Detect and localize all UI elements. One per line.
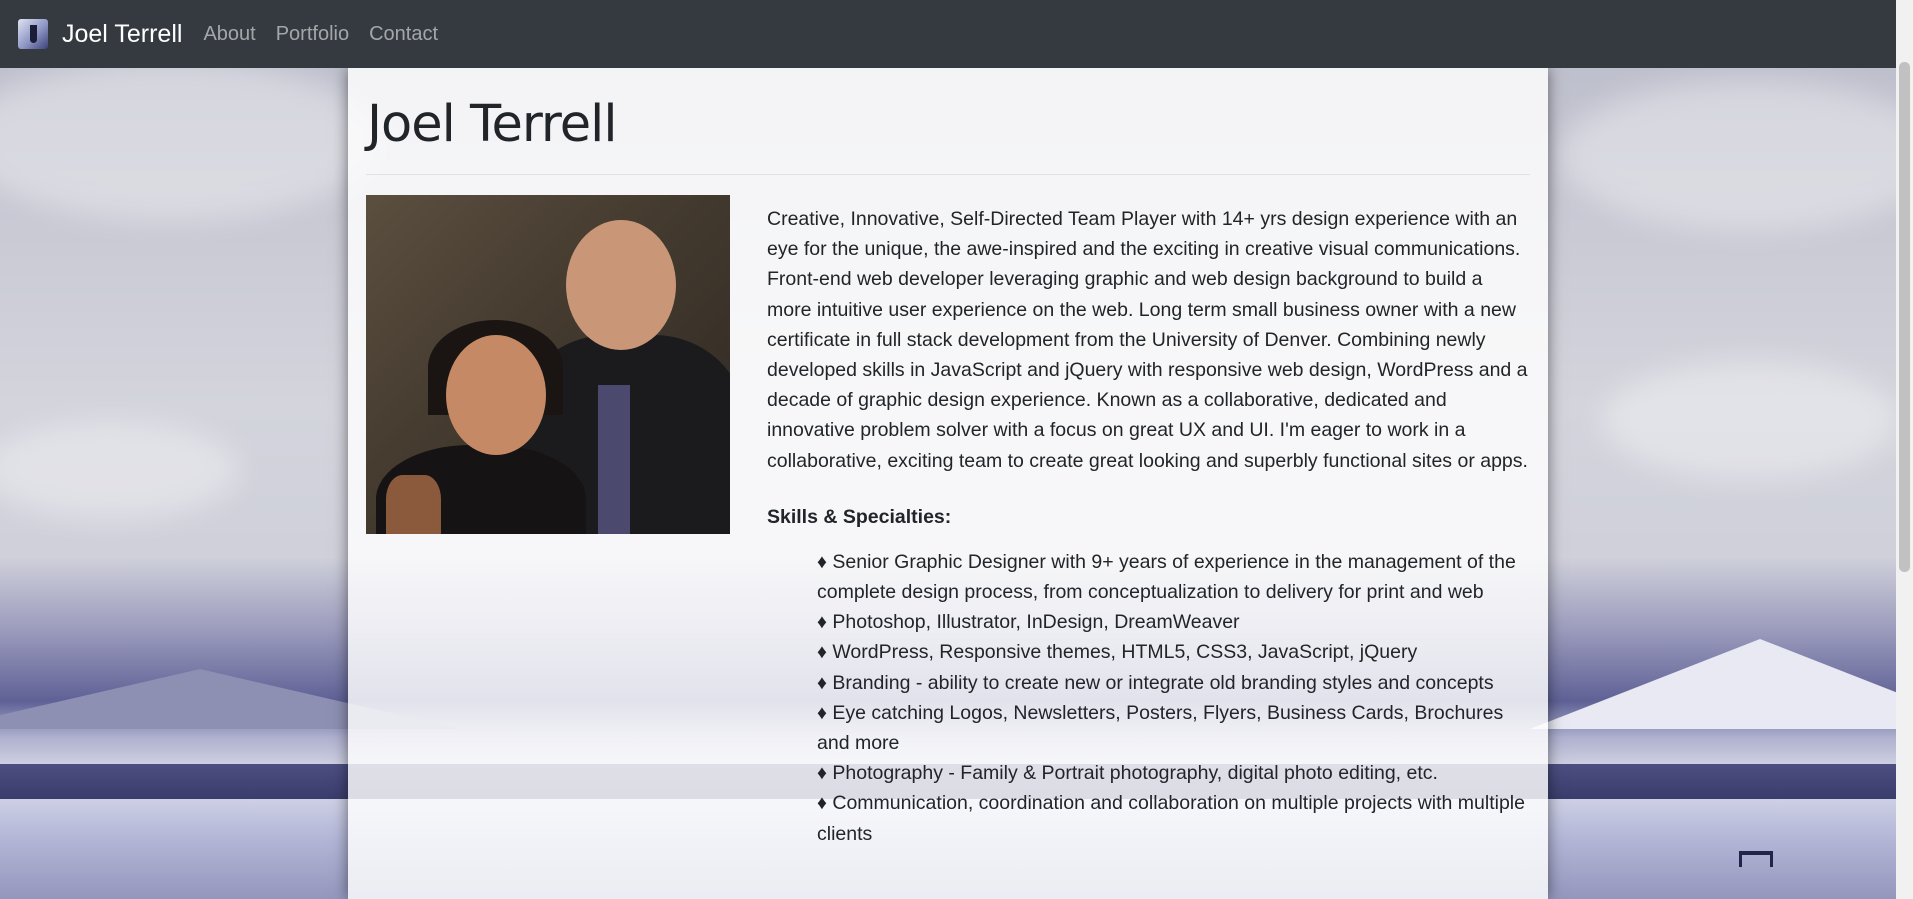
brand-name: Joel Terrell xyxy=(62,19,183,48)
brand-link[interactable]: Joel Terrell xyxy=(18,19,182,49)
skill-item: ♦ Photography - Family & Portrait photog… xyxy=(817,762,1438,785)
brand-logo-icon xyxy=(18,19,48,49)
skill-item: ♦ Eye catching Logos, Newsletters, Poste… xyxy=(817,701,1504,755)
page-title: Joel Terrell xyxy=(367,95,618,154)
nav-link-contact[interactable]: Contact xyxy=(369,23,438,46)
about-row: Creative, Innovative, Self-Directed Team… xyxy=(366,195,1530,849)
skill-item: ♦ Photoshop, Illustrator, InDesign, Drea… xyxy=(817,611,1240,634)
bench-silhouette xyxy=(1739,851,1773,867)
skill-item: ♦ Branding - ability to create new or in… xyxy=(817,671,1494,694)
title-divider xyxy=(366,174,1530,175)
nav-links: About Portfolio Contact xyxy=(203,23,458,46)
skill-item: ♦ WordPress, Responsive themes, HTML5, C… xyxy=(817,641,1418,664)
skills-heading: Skills & Specialties: xyxy=(767,505,952,528)
nav-link-portfolio[interactable]: Portfolio xyxy=(276,23,349,46)
bio-column: Creative, Innovative, Self-Directed Team… xyxy=(767,195,1530,849)
page-scrollbar[interactable] xyxy=(1896,0,1913,899)
top-navbar: Joel Terrell About Portfolio Contact xyxy=(0,0,1913,68)
scrollbar-thumb[interactable] xyxy=(1899,62,1910,572)
skill-item: ♦ Communication, coordination and collab… xyxy=(817,792,1525,845)
nav-link-about[interactable]: About xyxy=(203,23,255,46)
bio-paragraph: Creative, Innovative, Self-Directed Team… xyxy=(767,208,1528,472)
skill-item: ♦ Senior Graphic Designer with 9+ years … xyxy=(817,550,1516,604)
skills-list: ♦ Senior Graphic Designer with 9+ years … xyxy=(767,547,1530,849)
profile-photo xyxy=(366,195,730,534)
main-content: Joel Terrell Creative, Innovative, Self-… xyxy=(348,68,1548,899)
